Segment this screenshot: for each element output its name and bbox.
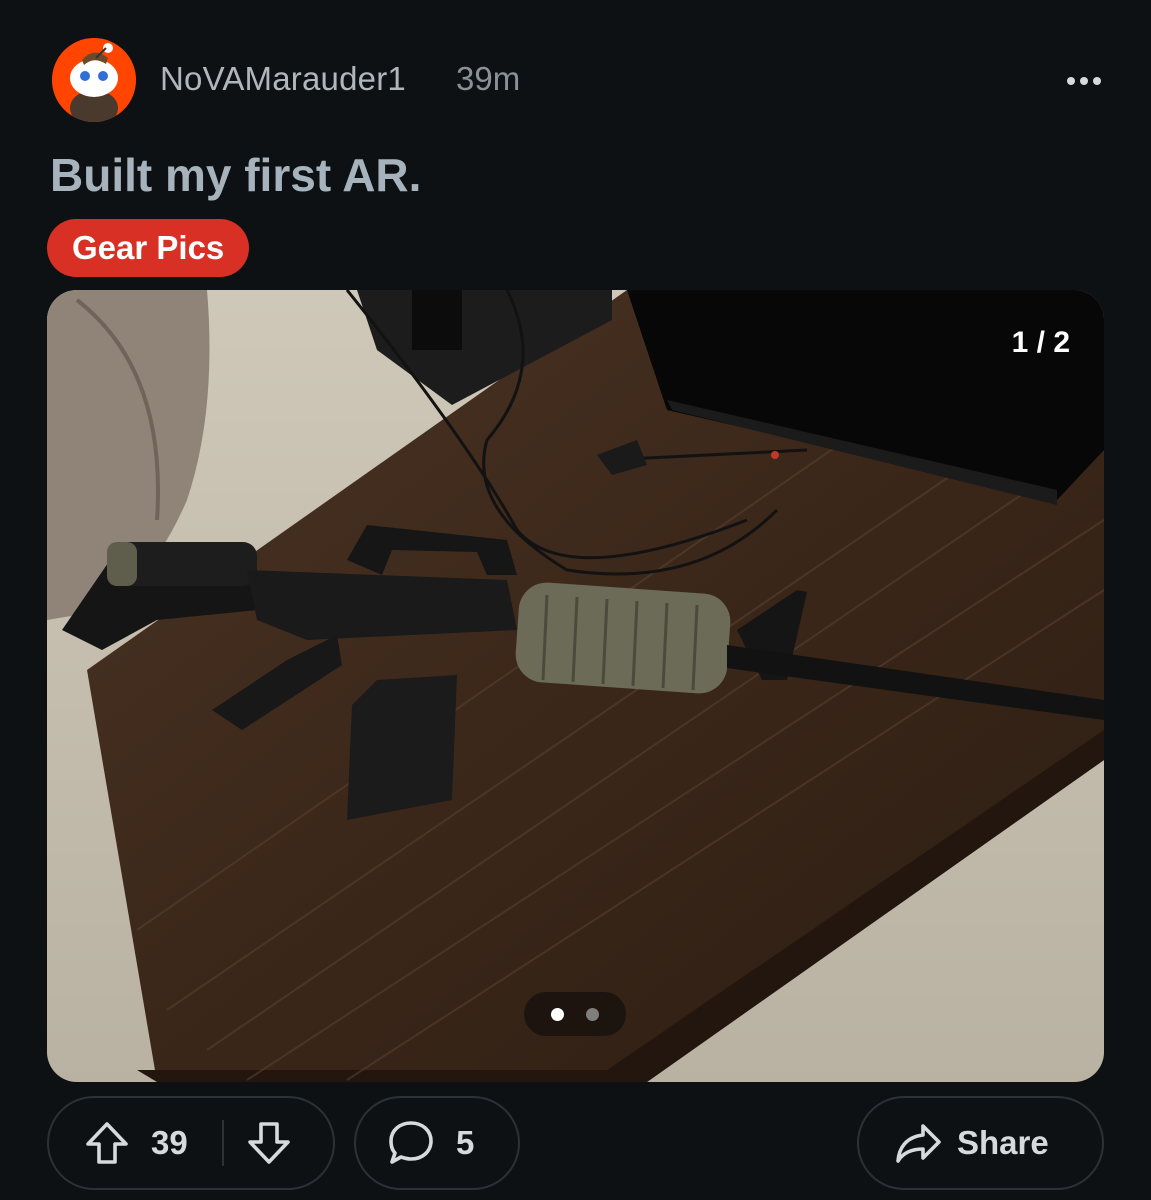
post-author[interactable]: NoVAMarauder1 (160, 60, 406, 98)
upvote-button[interactable] (49, 1098, 147, 1188)
comments-button[interactable]: 5 (354, 1096, 520, 1190)
downvote-icon (247, 1122, 290, 1164)
vote-count: 39 (151, 1124, 188, 1161)
gallery-dot-active[interactable] (551, 1007, 564, 1021)
post-header: NoVAMarauder1 39m (52, 38, 1112, 128)
image-counter: 1 / 2 (1011, 326, 1070, 359)
more-icon (1067, 77, 1075, 85)
share-label: Share (957, 1124, 1049, 1161)
upvote-icon (86, 1122, 128, 1164)
vote-bar: 39 (47, 1096, 335, 1190)
downvote-button[interactable] (224, 1098, 314, 1188)
user-avatar[interactable] (52, 38, 136, 122)
gallery-pagination (524, 992, 626, 1036)
gallery-dot[interactable] (586, 1007, 599, 1021)
share-button[interactable]: Share (857, 1096, 1104, 1190)
share-icon (896, 1124, 941, 1163)
post-age: 39m (456, 60, 521, 97)
post-flair[interactable]: Gear Pics (47, 219, 250, 277)
comment-count: 5 (456, 1124, 475, 1161)
comment-icon (389, 1121, 433, 1164)
post-title[interactable]: Built my first AR. (50, 148, 421, 202)
post-image-gallery[interactable]: 1 / 2 (47, 290, 1104, 1082)
snoo-avatar-icon (52, 38, 136, 122)
post-photo (47, 290, 1104, 1082)
more-icon (1080, 77, 1088, 85)
more-options-button[interactable] (1056, 56, 1112, 106)
more-icon (1093, 77, 1101, 85)
